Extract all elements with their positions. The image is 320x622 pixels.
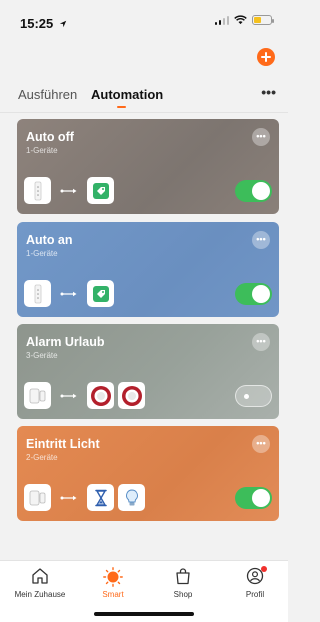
automation-card-auto-off[interactable]: Auto off 1-Geräte ••• <box>17 119 279 214</box>
tabbar-item-smart[interactable]: Smart <box>83 567 143 599</box>
divider <box>0 112 288 113</box>
more-options-button[interactable]: ••• <box>261 84 276 100</box>
card-flow <box>24 484 145 511</box>
door-sensor-icon <box>34 284 41 303</box>
action-tile <box>87 382 114 409</box>
tabbar-label: Shop <box>173 590 193 599</box>
flow-arrow <box>55 495 83 501</box>
contact-sensor-icon <box>29 490 45 505</box>
alarm-siren-icon <box>90 385 111 406</box>
trigger-tile <box>24 382 51 409</box>
tag-icon <box>92 182 109 199</box>
card-title: Alarm Urlaub <box>26 335 105 349</box>
automation-toggle[interactable] <box>235 385 272 407</box>
action-tile <box>118 382 145 409</box>
arrow-right-icon <box>60 291 77 296</box>
action-tile <box>87 280 114 307</box>
card-flow <box>24 382 145 409</box>
card-more-button[interactable]: ••• <box>252 231 270 249</box>
status-time-text: 15:25 <box>20 16 54 31</box>
card-more-button[interactable]: ••• <box>252 128 270 146</box>
home-icon <box>32 568 48 584</box>
card-subtitle: 2-Geräte <box>26 453 58 462</box>
card-title: Eintritt Licht <box>26 437 100 451</box>
tabbar-item-profil[interactable]: Profil <box>225 566 285 599</box>
card-title: Auto an <box>26 233 73 247</box>
status-bar: 15:25 <box>0 0 288 44</box>
action-tile <box>87 177 114 204</box>
tabbar-item-home[interactable]: Mein Zuhause <box>10 567 70 599</box>
location-arrow-icon <box>59 20 67 28</box>
home-indicator <box>94 612 194 616</box>
flow-arrow <box>55 393 83 399</box>
action-tile <box>118 484 145 511</box>
tab-automation[interactable]: Automation <box>91 87 163 102</box>
arrow-right-icon <box>60 495 77 500</box>
wifi-icon <box>234 15 247 25</box>
scene-tabs: Ausführen Automation <box>0 80 288 110</box>
plus-icon <box>261 52 271 62</box>
automation-toggle[interactable] <box>235 283 272 305</box>
card-subtitle: 3-Geräte <box>26 351 58 360</box>
card-subtitle: 1-Geräte <box>26 146 58 155</box>
sun-icon <box>103 567 123 587</box>
flow-arrow <box>55 291 83 297</box>
tabbar-label: Mein Zuhause <box>14 590 66 599</box>
alarm-siren-icon <box>121 385 142 406</box>
light-bulb-icon <box>125 488 138 505</box>
flow-arrow <box>55 188 83 194</box>
contact-sensor-icon <box>29 388 45 403</box>
trigger-tile <box>24 177 51 204</box>
automation-toggle[interactable] <box>235 180 272 202</box>
trigger-tile <box>24 484 51 511</box>
action-tile <box>87 484 114 511</box>
active-tab-indicator <box>117 106 126 108</box>
tab-ausfuehren[interactable]: Ausführen <box>18 87 77 102</box>
tabbar-label: Profil <box>245 590 265 599</box>
automation-card-auto-an[interactable]: Auto an 1-Geräte ••• <box>17 222 279 317</box>
door-sensor-icon <box>34 181 41 200</box>
hourglass-icon <box>94 489 107 506</box>
card-subtitle: 1-Geräte <box>26 249 58 258</box>
signal-icon <box>214 15 229 25</box>
card-title: Auto off <box>26 130 74 144</box>
automation-card-eintritt-licht[interactable]: Eintritt Licht 2-Geräte ••• <box>17 426 279 521</box>
card-flow <box>24 280 114 307</box>
add-automation-button[interactable] <box>257 48 275 66</box>
card-more-button[interactable]: ••• <box>252 333 270 351</box>
battery-icon <box>252 15 274 25</box>
card-flow <box>24 177 114 204</box>
tabbar-label: Smart <box>102 590 124 599</box>
automation-toggle[interactable] <box>235 487 272 509</box>
shopping-bag-icon <box>176 568 190 585</box>
status-time: 15:25 <box>20 16 67 31</box>
tabbar-item-shop[interactable]: Shop <box>153 567 213 599</box>
status-indicators <box>214 15 274 25</box>
tag-icon <box>92 285 109 302</box>
trigger-tile <box>24 280 51 307</box>
notification-badge <box>261 566 267 572</box>
arrow-right-icon <box>60 188 77 193</box>
arrow-right-icon <box>60 393 77 398</box>
automation-card-alarm-urlaub[interactable]: Alarm Urlaub 3-Geräte ••• <box>17 324 279 419</box>
card-more-button[interactable]: ••• <box>252 435 270 453</box>
